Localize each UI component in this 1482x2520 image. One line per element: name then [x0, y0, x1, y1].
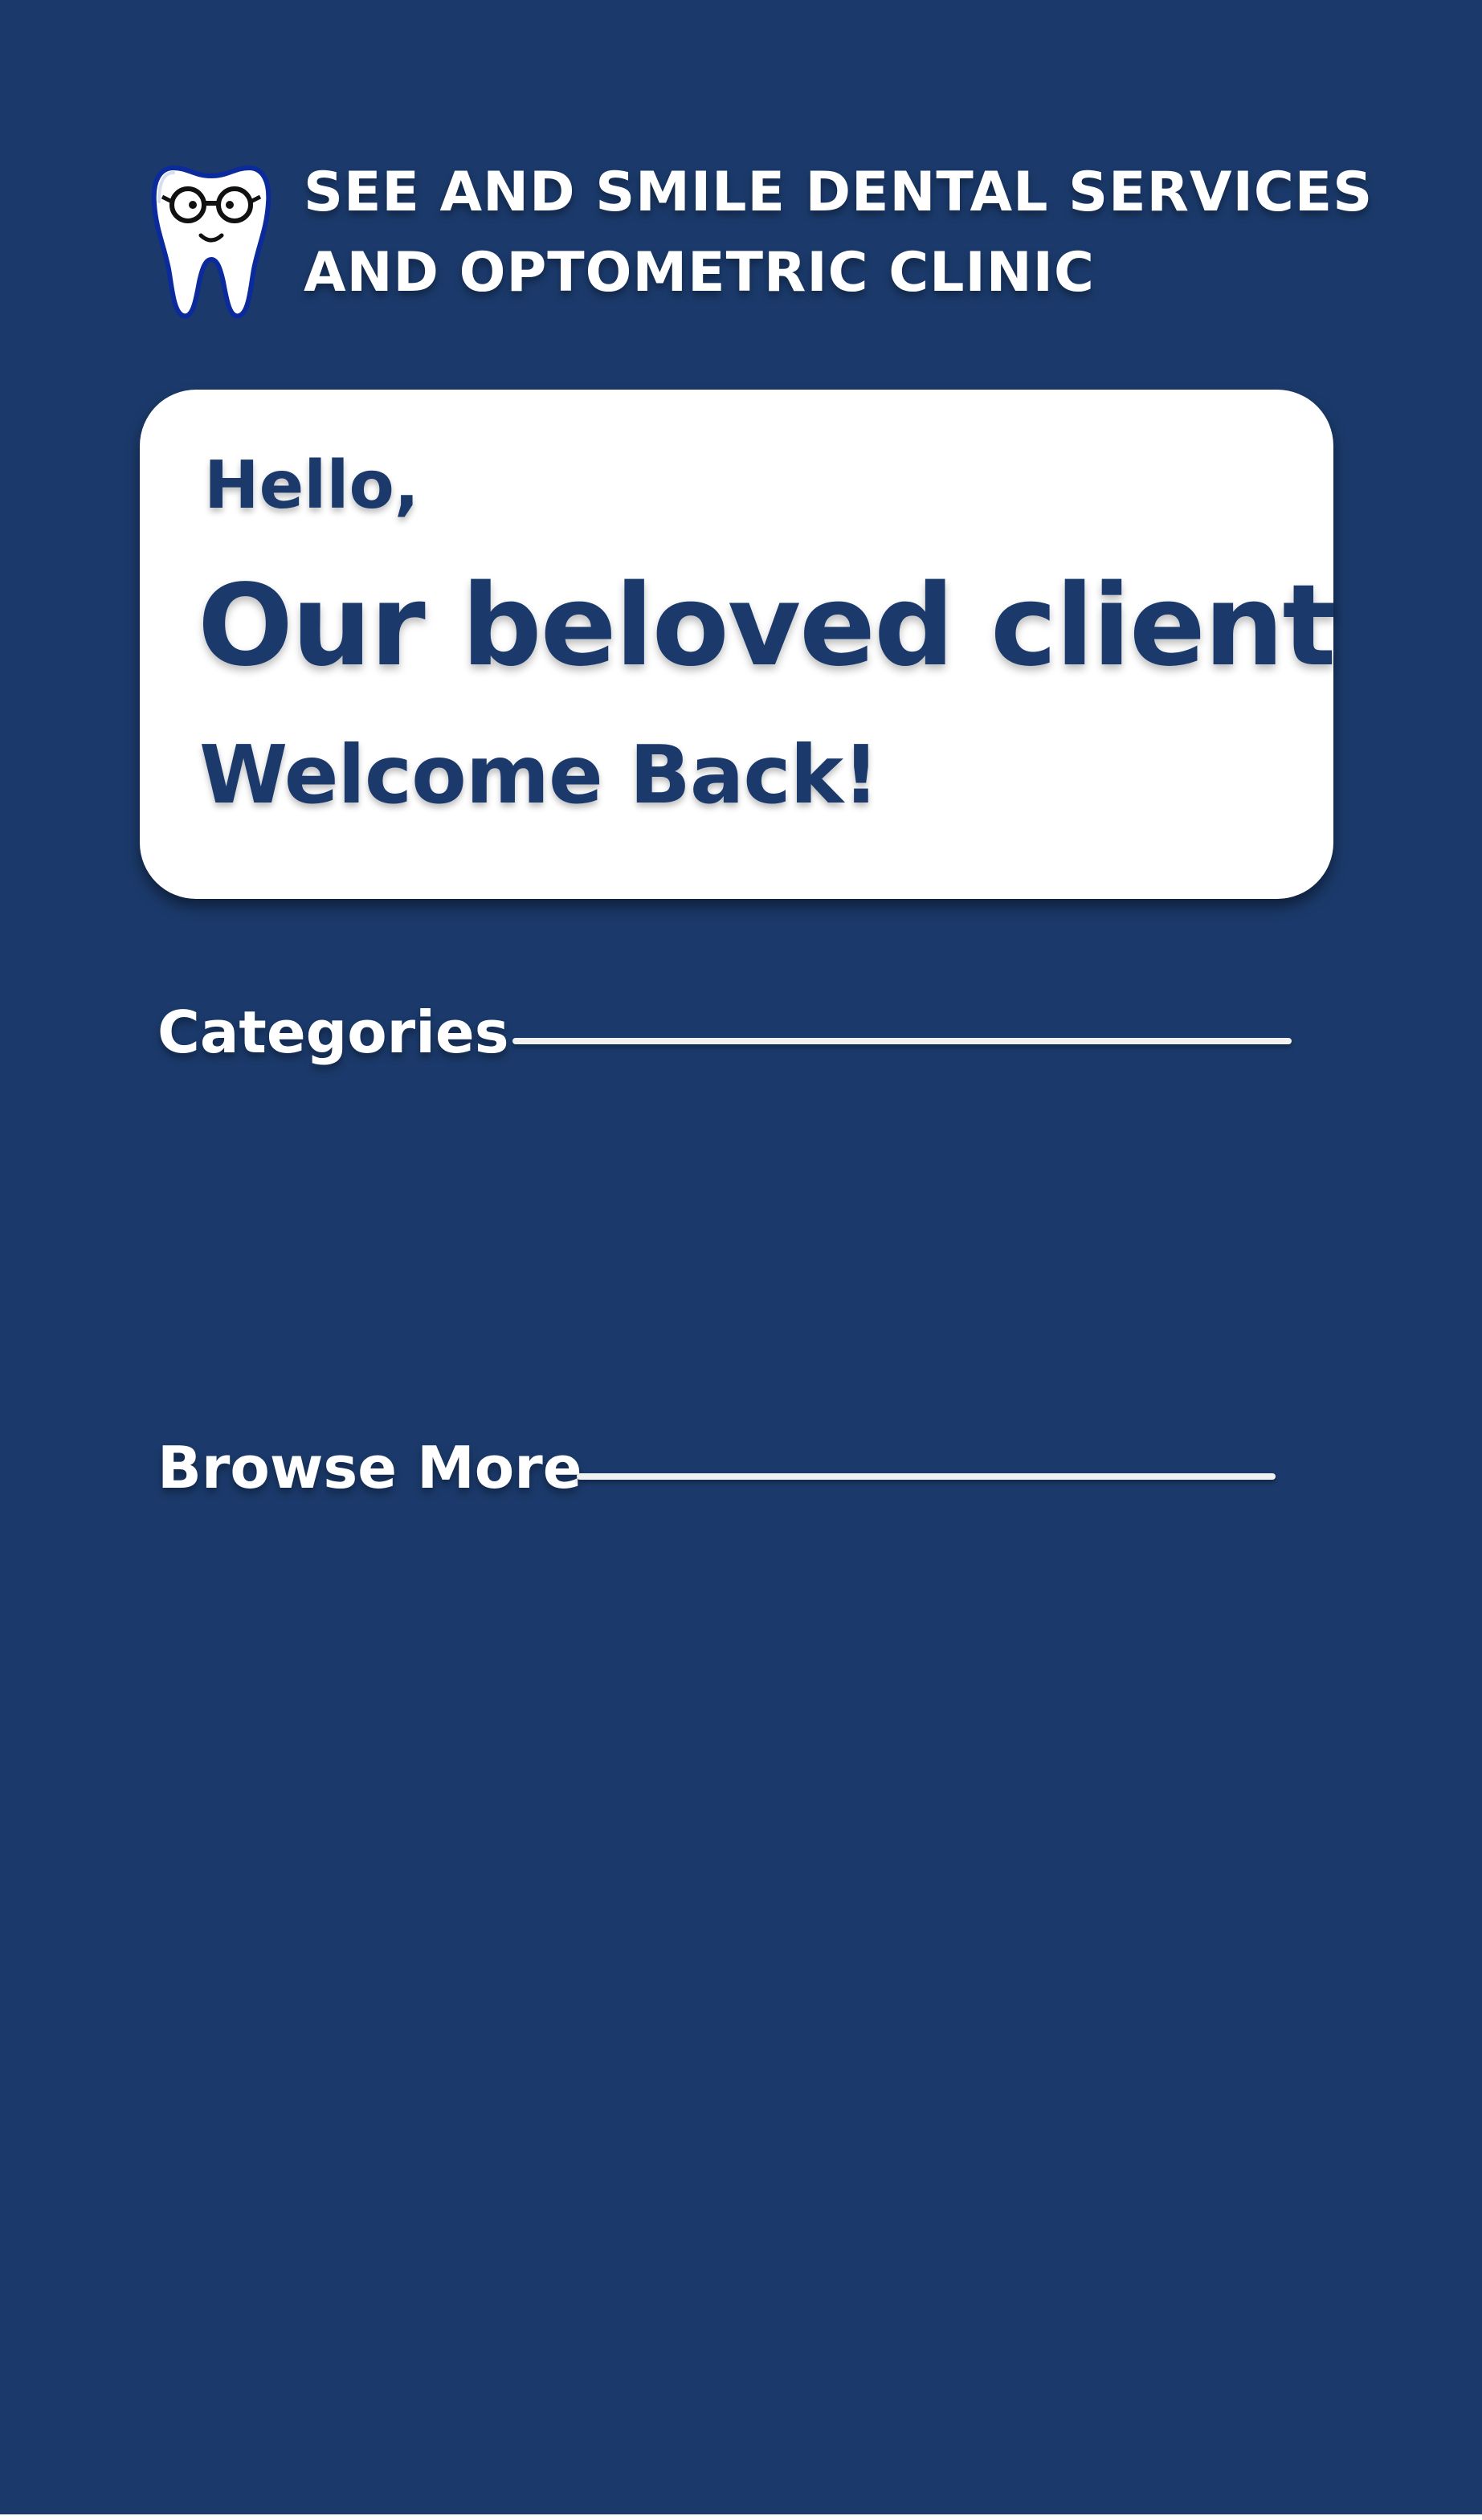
browse-more-heading: Browse More	[157, 1434, 582, 1501]
tooth-with-glasses-icon	[151, 165, 271, 319]
clinic-name-line2: AND OPTOMETRIC CLINIC	[304, 241, 1095, 304]
bottom-edge	[0, 2514, 1482, 2520]
browse-more-list	[140, 1526, 1333, 2474]
categories-heading: Categories	[157, 999, 509, 1066]
greeting-hello: Hello,	[204, 447, 419, 524]
clinic-name-line1: SEE AND SMILE DENTAL SERVICES	[304, 161, 1374, 224]
greeting-welcome: Welcome Back!	[199, 728, 880, 822]
clinic-name: SEE AND SMILE DENTAL SERVICES AND OPTOME…	[304, 153, 1374, 313]
greeting-client: Our beloved client	[198, 561, 1336, 692]
browse-more-divider	[577, 1473, 1276, 1480]
categories-list	[140, 1093, 1333, 1414]
categories-divider	[512, 1038, 1292, 1044]
greeting-card: Hello, Our beloved client Welcome Back!	[140, 390, 1336, 899]
home-screen: SEE AND SMILE DENTAL SERVICES AND OPTOME…	[0, 0, 1482, 2514]
